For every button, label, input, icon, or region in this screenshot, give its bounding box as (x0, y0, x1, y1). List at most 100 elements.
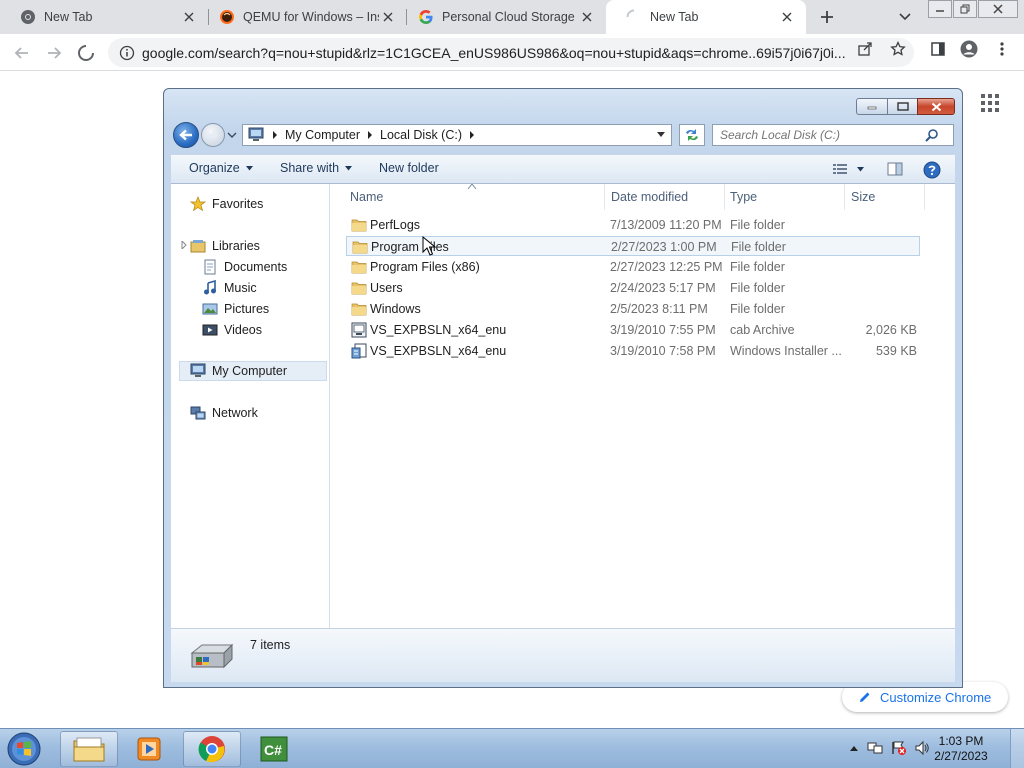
column-divider[interactable] (844, 184, 845, 210)
stop-loading-button[interactable] (75, 42, 97, 64)
organize-button[interactable]: Organize (189, 161, 253, 175)
column-divider[interactable] (724, 184, 725, 210)
tab-search-button[interactable] (896, 8, 914, 26)
file-row[interactable]: Users 2/24/2023 5:17 PM File folder (346, 278, 920, 298)
explorer-back-button[interactable] (173, 122, 199, 148)
explorer-close-button[interactable] (917, 98, 955, 115)
breadcrumb-my-computer[interactable]: My Computer (285, 128, 360, 142)
pencil-icon (860, 692, 870, 702)
preview-pane-button[interactable] (887, 162, 903, 176)
breadcrumb-arrow-icon[interactable] (272, 131, 278, 139)
nav-network[interactable]: Network (190, 403, 258, 423)
site-info-icon[interactable] (119, 45, 135, 61)
column-size[interactable]: Size (851, 190, 875, 204)
start-button[interactable] (4, 730, 44, 768)
pictures-icon (202, 303, 218, 315)
google-apps-icon[interactable] (981, 94, 999, 112)
tab-strip: New Tab QEMU for Windows – Ins Personal … (0, 0, 1024, 34)
bookmark-star-button[interactable] (889, 40, 907, 58)
file-row[interactable]: Windows 2/5/2023 8:11 PM File folder (346, 299, 920, 319)
nav-libraries[interactable]: Libraries (190, 236, 260, 256)
explorer-minimize-button[interactable] (856, 98, 888, 115)
breadcrumb-local-disk[interactable]: Local Disk (C:) (380, 128, 462, 142)
window-minimize-button[interactable] (928, 0, 952, 18)
file-name: VS_EXPBSLN_x64_enu (370, 323, 507, 337)
taskbar-chrome-button[interactable] (183, 731, 241, 767)
file-row[interactable]: Program Files (x86) 2/27/2023 12:25 PM F… (346, 257, 920, 277)
nav-pictures[interactable]: Pictures (202, 299, 269, 319)
show-desktop-button[interactable] (1010, 729, 1024, 768)
taskbar-explorer-button[interactable] (60, 731, 118, 767)
folder-icon (351, 261, 367, 274)
explorer-address-bar[interactable]: My Computer Local Disk (C:) (242, 124, 672, 146)
file-date: 7/13/2009 11:20 PM (610, 218, 722, 232)
file-row[interactable]: VS_EXPBSLN_x64_enu 3/19/2010 7:55 PM cab… (346, 320, 920, 340)
nav-label: Libraries (212, 239, 260, 253)
search-icon[interactable] (925, 128, 939, 142)
nav-label: Videos (224, 323, 262, 337)
explorer-search-box[interactable] (712, 124, 954, 146)
network-icon (190, 406, 206, 420)
file-row[interactable]: PerfLogs 7/13/2009 11:20 PM File folder (346, 215, 920, 235)
share-button[interactable] (856, 40, 874, 58)
side-panel-button[interactable] (929, 40, 947, 58)
tray-action-center-icon[interactable] (890, 739, 908, 757)
url-text[interactable]: google.com/search?q=nou+stupid&rlz=1C1GC… (142, 45, 846, 61)
nav-my-computer[interactable]: My Computer (179, 361, 327, 381)
chrome-menu-button[interactable] (993, 40, 1011, 58)
share-with-button[interactable]: Share with (280, 161, 353, 175)
breadcrumb-arrow-icon[interactable] (367, 131, 373, 139)
window-restore-button[interactable] (953, 0, 977, 18)
taskbar-clock[interactable]: 1:03 PM 2/27/2023 (928, 734, 994, 764)
explorer-forward-button[interactable] (201, 123, 225, 147)
close-tab-icon[interactable] (778, 8, 796, 26)
new-folder-button[interactable]: New folder (379, 161, 439, 175)
new-folder-label: New folder (379, 161, 439, 175)
nav-label: Network (212, 406, 258, 420)
details-pane: 7 items (171, 628, 955, 682)
nav-videos[interactable]: Videos (202, 320, 262, 340)
browser-toolbar: google.com/search?q=nou+stupid&rlz=1C1GC… (0, 34, 1024, 71)
show-hidden-icons-button[interactable] (845, 739, 863, 757)
close-tab-icon[interactable] (578, 8, 596, 26)
share-with-label: Share with (280, 161, 340, 175)
column-divider[interactable] (924, 184, 925, 210)
sort-ascending-icon (468, 184, 476, 189)
nav-music[interactable]: Music (202, 278, 257, 298)
chevron-down-icon[interactable] (657, 132, 665, 138)
breadcrumb-arrow-icon[interactable] (469, 131, 475, 139)
recent-locations-icon[interactable] (227, 130, 237, 140)
tab-personal-cloud[interactable]: Personal Cloud Storage & (398, 0, 606, 34)
explorer-refresh-button[interactable] (679, 124, 705, 146)
forward-button[interactable] (43, 42, 65, 64)
window-close-button[interactable] (978, 0, 1018, 18)
taskbar-csharp-button[interactable]: C# (245, 731, 303, 767)
column-type[interactable]: Type (730, 190, 757, 204)
column-name[interactable]: Name (350, 190, 383, 204)
file-row[interactable]: VS_EXPBSLN_x64_enu 3/19/2010 7:58 PM Win… (346, 341, 920, 361)
column-divider[interactable] (604, 184, 605, 210)
computer-icon (248, 127, 264, 141)
explorer-maximize-button[interactable] (887, 98, 918, 115)
folder-icon (73, 737, 105, 762)
new-tab-button[interactable] (816, 6, 838, 28)
tab-qemu[interactable]: QEMU for Windows – Ins (199, 0, 407, 34)
explorer-search-input[interactable] (720, 128, 925, 142)
column-date-modified[interactable]: Date modified (611, 190, 688, 204)
help-button[interactable] (923, 161, 941, 179)
tab-title: Personal Cloud Storage & (442, 10, 578, 24)
address-bar[interactable]: google.com/search?q=nou+stupid&rlz=1C1GC… (108, 38, 914, 67)
tray-network-icon[interactable] (866, 739, 884, 757)
taskbar-media-player-button[interactable] (120, 731, 178, 767)
tab-new-tab-active[interactable]: New Tab (606, 0, 806, 34)
tab-new-tab-1[interactable]: New Tab (0, 0, 208, 34)
nav-favorites[interactable]: Favorites (190, 194, 263, 214)
close-tab-icon[interactable] (180, 8, 198, 26)
libraries-icon (190, 240, 206, 253)
expand-arrow-icon[interactable] (181, 241, 187, 249)
nav-documents[interactable]: Documents (202, 257, 287, 277)
close-tab-icon[interactable] (379, 8, 397, 26)
profile-button[interactable] (960, 40, 978, 58)
change-view-button[interactable] (833, 163, 864, 175)
back-button[interactable] (11, 42, 33, 64)
